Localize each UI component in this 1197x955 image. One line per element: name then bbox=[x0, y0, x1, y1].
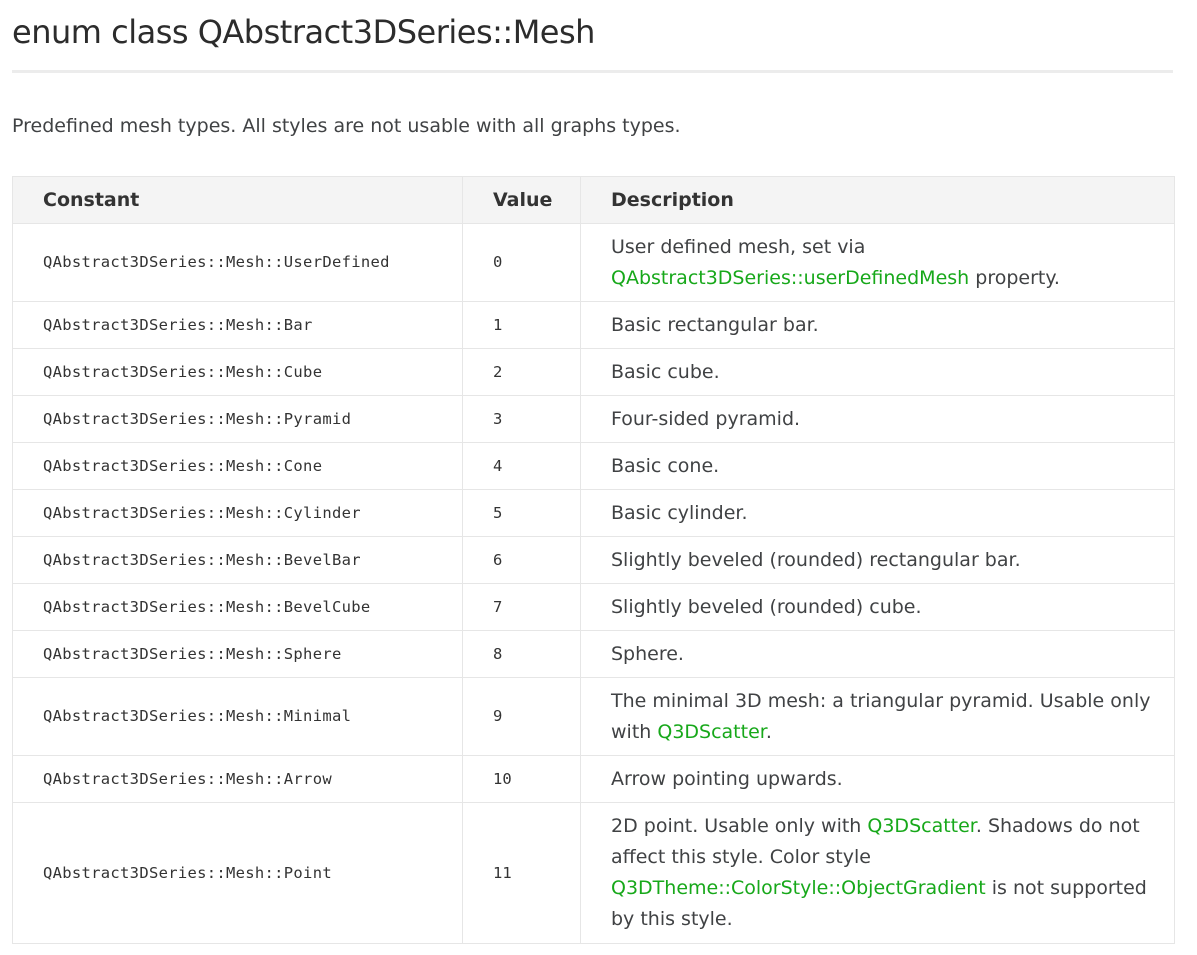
description-text: property. bbox=[969, 266, 1060, 289]
enum-value: 3 bbox=[462, 395, 581, 443]
enum-values-table: Constant Value Description QAbstract3DSe… bbox=[12, 176, 1175, 944]
header-value: Value bbox=[462, 176, 581, 224]
description-text: Sphere. bbox=[611, 642, 684, 665]
table-row: QAbstract3DSeries::Mesh::UserDefined 0 Use… bbox=[12, 223, 1175, 302]
enum-constant: QAbstract3DSeries::Mesh::Bar bbox=[12, 301, 463, 349]
enum-constant: QAbstract3DSeries::Mesh::Cone bbox=[12, 442, 463, 490]
description-text: User defined mesh, set via bbox=[611, 235, 866, 258]
enum-value: 9 bbox=[462, 677, 581, 756]
table-row: QAbstract3DSeries::Mesh::Sphere 8 Sphere. bbox=[12, 630, 1175, 678]
table-row: QAbstract3DSeries::Mesh::Minimal 9 The min… bbox=[12, 677, 1175, 756]
enum-description: Sphere. bbox=[580, 630, 1175, 678]
description-text: Basic cube. bbox=[611, 360, 720, 383]
enum-description: Slightly beveled (rounded) cube. bbox=[580, 583, 1175, 631]
enum-value: 8 bbox=[462, 630, 581, 678]
enum-value: 6 bbox=[462, 536, 581, 584]
description-text: . bbox=[765, 720, 772, 743]
table-row: QAbstract3DSeries::Mesh::Cylinder 5 Basic … bbox=[12, 489, 1175, 537]
enum-value: 11 bbox=[462, 802, 581, 944]
enum-description: Basic rectangular bar. bbox=[580, 301, 1175, 349]
enum-value: 2 bbox=[462, 348, 581, 396]
doc-link[interactable]: Q3DScatter bbox=[657, 721, 765, 743]
title-divider bbox=[12, 70, 1173, 73]
enum-constant: QAbstract3DSeries::Mesh::UserDefined bbox=[12, 223, 463, 302]
table-row: QAbstract3DSeries::Mesh::Pyramid 3 Four-si… bbox=[12, 395, 1175, 443]
header-description: Description bbox=[580, 176, 1175, 224]
enum-constant: QAbstract3DSeries::Mesh::Pyramid bbox=[12, 395, 463, 443]
enum-description: The minimal 3D mesh: a triangular pyrami… bbox=[580, 677, 1175, 756]
enum-value: 10 bbox=[462, 755, 581, 803]
doc-page: enum class QAbstract3DSeries::Mesh Prede… bbox=[0, 0, 1197, 955]
description-text: Basic cylinder. bbox=[611, 501, 748, 524]
enum-value: 7 bbox=[462, 583, 581, 631]
description-text: Slightly beveled (rounded) rectangular b… bbox=[611, 548, 1021, 571]
enum-description: Arrow pointing upwards. bbox=[580, 755, 1175, 803]
enum-constant: QAbstract3DSeries::Mesh::Cylinder bbox=[12, 489, 463, 537]
table-row: QAbstract3DSeries::Mesh::Point 11 2D point… bbox=[12, 802, 1175, 944]
table-row: QAbstract3DSeries::Mesh::Cone 4 Basic cone… bbox=[12, 442, 1175, 490]
enum-constant: QAbstract3DSeries::Mesh::Point bbox=[12, 802, 463, 944]
description-text: Slightly beveled (rounded) cube. bbox=[611, 595, 922, 618]
table-row: QAbstract3DSeries::Mesh::BevelCube 7 Sligh… bbox=[12, 583, 1175, 631]
description-text: 2D point. Usable only with bbox=[611, 815, 868, 837]
intro-paragraph: Predefined mesh types. All styles are no… bbox=[12, 115, 681, 137]
enum-description: Slightly beveled (rounded) rectangular b… bbox=[580, 536, 1175, 584]
enum-value: 0 bbox=[462, 223, 581, 302]
enum-description: Basic cone. bbox=[580, 442, 1175, 490]
enum-description: Four-sided pyramid. bbox=[580, 395, 1175, 443]
table-row: QAbstract3DSeries::Mesh::Cube 2 Basic cube… bbox=[12, 348, 1175, 396]
description-text: Basic cone. bbox=[611, 454, 720, 477]
enum-constant: QAbstract3DSeries::Mesh::Arrow bbox=[12, 755, 463, 803]
enum-constant: QAbstract3DSeries::Mesh::BevelBar bbox=[12, 536, 463, 584]
description-text: Four-sided pyramid. bbox=[611, 407, 801, 430]
doc-link[interactable]: QAbstract3DSeries::userDefinedMesh bbox=[611, 267, 969, 289]
enum-value: 4 bbox=[462, 442, 581, 490]
enum-constant: QAbstract3DSeries::Mesh::Cube bbox=[12, 348, 463, 396]
enum-constant: QAbstract3DSeries::Mesh::Sphere bbox=[12, 630, 463, 678]
enum-description: User defined mesh, set via QAbstract3DSe… bbox=[580, 223, 1175, 302]
enum-description: Basic cylinder. bbox=[580, 489, 1175, 537]
enum-constant: QAbstract3DSeries::Mesh::BevelCube bbox=[12, 583, 463, 631]
table-body: QAbstract3DSeries::Mesh::UserDefined 0 Use… bbox=[12, 223, 1175, 944]
table-header-row: Constant Value Description bbox=[12, 176, 1175, 224]
description-text: Basic rectangular bar. bbox=[611, 313, 819, 336]
table-row: QAbstract3DSeries::Mesh::BevelBar 6 Slight… bbox=[12, 536, 1175, 584]
table-row: QAbstract3DSeries::Mesh::Arrow 10 Arrow po… bbox=[12, 755, 1175, 803]
enum-description: Basic cube. bbox=[580, 348, 1175, 396]
header-constant: Constant bbox=[12, 176, 463, 224]
page-title: enum class QAbstract3DSeries::Mesh bbox=[12, 13, 595, 51]
enum-value: 1 bbox=[462, 301, 581, 349]
enum-constant: QAbstract3DSeries::Mesh::Minimal bbox=[12, 677, 463, 756]
enum-value: 5 bbox=[462, 489, 581, 537]
enum-description: 2D point. Usable only with Q3DScatter. S… bbox=[580, 802, 1175, 944]
description-text: Arrow pointing upwards. bbox=[611, 767, 843, 790]
doc-link[interactable]: Q3DScatter bbox=[867, 815, 975, 837]
doc-link[interactable]: Q3DTheme::ColorStyle::ObjectGradient bbox=[611, 877, 986, 899]
table-row: QAbstract3DSeries::Mesh::Bar 1 Basic recta… bbox=[12, 301, 1175, 349]
